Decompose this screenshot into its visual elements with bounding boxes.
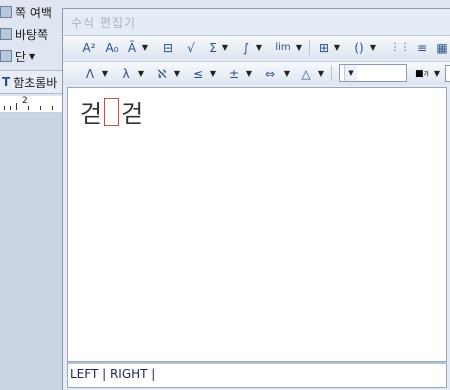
window-title: 수식 편집기	[71, 16, 137, 30]
toolbar-symbols: Λ ▼ λ ▼ ℵ ▼ ≤ ▼ ± ▼ ⇔ ▼ △ ▼ 11 ▼ ■가 ▼	[63, 61, 450, 85]
misc-symbol-icon[interactable]: △	[299, 65, 313, 82]
relation-icon[interactable]: ≤	[191, 65, 205, 82]
matrix-insert-icon[interactable]: ⊞	[317, 39, 331, 56]
columns-icon	[0, 50, 12, 62]
subscript-icon[interactable]: A₀	[103, 39, 121, 56]
integral-dropdown[interactable]: ▼	[255, 39, 263, 56]
greek-lower-icon[interactable]: λ	[119, 65, 133, 82]
master-page-label: 바탕쪽	[15, 27, 49, 42]
columns-label: 단	[15, 49, 27, 64]
symbol-icon[interactable]: ℵ	[155, 65, 169, 82]
equation-canvas[interactable]: 걷 걷	[67, 87, 447, 362]
style-selector[interactable]: T 함초롬바	[2, 72, 57, 92]
chevron-down-icon: ▼	[29, 51, 36, 61]
greek-upper-dropdown[interactable]: ▼	[101, 65, 109, 82]
superscript-icon[interactable]: A²	[81, 39, 97, 56]
page-margin-label: 쪽 여백	[15, 5, 52, 20]
equation-editor-window: 수식 편집기 A² A₀ Ā ▼ ⊟ √ Σ ▼ ∫ ▼ lim ▼ ⊞ ▼ (…	[62, 8, 450, 390]
arrow-dropdown[interactable]: ▼	[283, 65, 291, 82]
sum-dropdown[interactable]: ▼	[221, 39, 229, 56]
accent-icon[interactable]: Ā	[125, 39, 139, 56]
matrix-icon[interactable]: ⋮⋮	[390, 39, 410, 56]
misc-symbol-dropdown[interactable]: ▼	[317, 65, 325, 82]
operator-dropdown[interactable]: ▼	[245, 65, 253, 82]
margin-icon	[0, 6, 12, 18]
integral-icon[interactable]: ∫	[239, 39, 253, 56]
input-placeholder-box[interactable]	[104, 97, 120, 126]
grid-icon[interactable]: ▦	[435, 39, 449, 56]
greek-lower-dropdown[interactable]: ▼	[137, 65, 145, 82]
sum-icon[interactable]: Σ	[207, 39, 219, 56]
matrix-insert-dropdown[interactable]: ▼	[333, 39, 341, 56]
font-size-select[interactable]: 11 ▼	[339, 64, 407, 82]
host-ruler: 2	[0, 96, 62, 113]
toolbar-structures: A² A₀ Ā ▼ ⊟ √ Σ ▼ ∫ ▼ lim ▼ ⊞ ▼ () ▼ ⋮⋮ …	[63, 35, 450, 59]
style-name: 함초롬바	[13, 75, 58, 90]
equation-expression: 걷 걷	[80, 94, 143, 129]
symbol-dropdown[interactable]: ▼	[173, 65, 181, 82]
script-input[interactable]: LEFT | RIGHT |	[67, 362, 447, 388]
limit-dropdown[interactable]: ▼	[295, 39, 303, 56]
arrow-icon[interactable]: ⇔	[261, 65, 279, 82]
next-control[interactable]	[445, 65, 450, 82]
text-color-icon[interactable]: ■ 가	[413, 65, 431, 82]
host-style-toolbar: T 함초롬바	[0, 70, 62, 94]
accent-dropdown[interactable]: ▼	[141, 39, 149, 56]
parentheses-dropdown[interactable]: ▼	[369, 39, 377, 56]
lines-icon[interactable]: ≡	[415, 39, 429, 56]
relation-dropdown[interactable]: ▼	[209, 65, 217, 82]
master-page-button[interactable]: 바탕쪽	[0, 24, 48, 44]
parentheses-icon[interactable]: ()	[351, 39, 367, 56]
left-delimiter: 걷	[80, 100, 103, 128]
text-style-icon: T	[2, 75, 11, 89]
right-delimiter: 걷	[121, 100, 144, 128]
text-color-dropdown[interactable]: ▼	[433, 65, 441, 82]
columns-button[interactable]: 단 ▼	[0, 46, 35, 66]
script-text: LEFT | RIGHT |	[70, 367, 156, 381]
master-page-icon	[0, 28, 12, 40]
ruler-number: 2	[22, 96, 28, 106]
limit-icon[interactable]: lim	[273, 39, 293, 56]
title-bar[interactable]: 수식 편집기	[63, 9, 450, 35]
host-app-panel: 쪽 여백 바탕쪽 단 ▼ T 함초롬바 2	[0, 0, 63, 390]
operator-icon[interactable]: ±	[227, 65, 241, 82]
chevron-down-icon: ▼	[344, 65, 357, 81]
page-margin-button[interactable]: 쪽 여백	[0, 2, 52, 22]
greek-upper-icon[interactable]: Λ	[83, 65, 97, 82]
host-document-area	[0, 113, 62, 390]
fraction-icon[interactable]: ⊟	[161, 39, 175, 56]
root-icon[interactable]: √	[183, 39, 199, 56]
